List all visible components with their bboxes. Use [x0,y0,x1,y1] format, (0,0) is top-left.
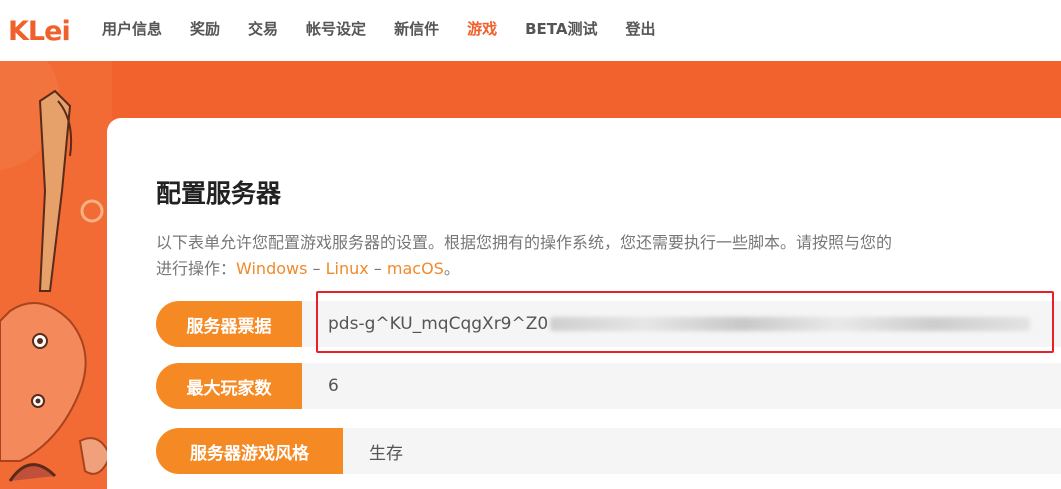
game-style-row: 服务器游戏风格 生存 [156,428,1061,474]
page-title: 配置服务器 [156,179,282,208]
game-style-field[interactable]: 生存 [369,428,403,474]
description-prefix: 进行操作： [156,259,237,278]
nav-item-trade[interactable]: 交易 [248,18,278,39]
macos-link[interactable]: macOS [387,259,444,278]
game-style-label: 服务器游戏风格 [156,428,343,474]
character-artwork [0,61,112,489]
description-line-2: 进行操作：Windows – Linux – macOS。 [156,256,1061,282]
nav-item-beta-test[interactable]: BETA测试 [525,18,597,39]
nav-item-new-mail[interactable]: 新信件 [394,18,439,39]
nav-item-account-settings[interactable]: 帐号设定 [306,18,366,39]
top-navigation-bar: KLei 用户信息 奖励 交易 帐号设定 新信件 游戏 BETA测试 登出 [0,0,1061,61]
nav-item-games[interactable]: 游戏 [467,18,497,39]
klei-logo[interactable]: KLei [8,14,71,48]
max-players-label: 最大玩家数 [156,363,302,409]
linux-link[interactable]: Linux [326,259,369,278]
server-ticket-label: 服务器票据 [156,301,302,347]
page-description: 以下表单允许您配置游戏服务器的设置。根据您拥有的操作系统，您还需要执行一些脚本。… [156,230,1061,282]
description-line-1: 以下表单允许您配置游戏服务器的设置。根据您拥有的操作系统，您还需要执行一些脚本。… [156,233,893,252]
max-players-row: 最大玩家数 6 [156,363,1061,409]
main-nav: 用户信息 奖励 交易 帐号设定 新信件 游戏 BETA测试 登出 [88,0,669,57]
separator: – [368,259,387,278]
nav-item-user-info[interactable]: 用户信息 [102,18,162,39]
nav-item-rewards[interactable]: 奖励 [190,18,220,39]
red-highlight-box [316,291,1054,353]
max-players-field[interactable]: 6 [328,363,339,409]
nav-item-logout[interactable]: 登出 [625,18,655,39]
windows-link[interactable]: Windows [236,259,307,278]
description-suffix: 。 [443,259,460,278]
separator: – [307,259,326,278]
